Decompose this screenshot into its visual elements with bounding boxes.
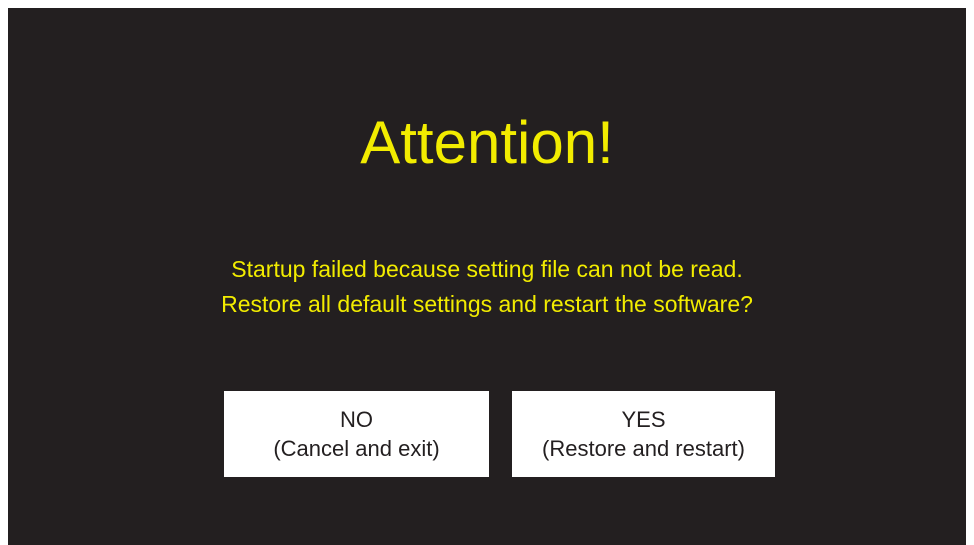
message-line-1: Startup failed because setting file can … (231, 256, 743, 282)
startup-error-screen: Attention! Startup failed because settin… (8, 8, 966, 545)
dialog-title: Attention! (360, 109, 614, 176)
yes-restore-restart-button[interactable]: YES (Restore and restart) (512, 391, 775, 477)
yes-button-sublabel: (Restore and restart) (542, 436, 745, 461)
yes-button-label: YES (621, 407, 666, 432)
dialog-message: Startup failed because setting file can … (8, 252, 966, 322)
no-button-label: NO (340, 407, 373, 432)
no-cancel-exit-button[interactable]: NO (Cancel and exit) (224, 391, 489, 477)
message-line-2: Restore all default settings and restart… (221, 291, 753, 317)
no-button-sublabel: (Cancel and exit) (273, 436, 440, 461)
